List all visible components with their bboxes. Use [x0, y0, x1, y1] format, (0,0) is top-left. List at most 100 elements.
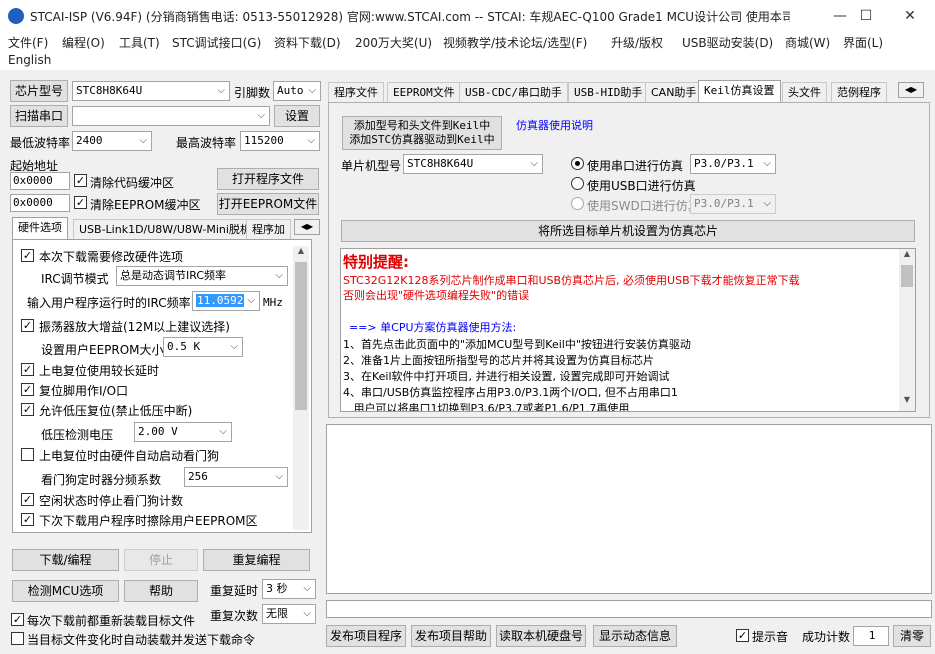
repeat-delay-select[interactable]: 3 秒 ⌵: [262, 579, 316, 599]
tab-header-file[interactable]: 头文件: [782, 82, 827, 102]
tab-can[interactable]: CAN助手: [645, 82, 703, 102]
eeprom-address-input[interactable]: 0x0000: [10, 194, 70, 212]
notice-title: 特别提醒:: [343, 253, 409, 271]
check-mcu-button[interactable]: 检测MCU选项: [12, 580, 119, 602]
repeat-count-select[interactable]: 无限 ⌵: [262, 604, 316, 624]
menu-shop[interactable]: 商城(W): [785, 34, 830, 51]
menu-tools[interactable]: 工具(T): [119, 34, 160, 51]
modify-hw-checkbox[interactable]: ✓: [21, 249, 34, 262]
lvr-checkbox[interactable]: ✓: [21, 403, 34, 416]
tab-program-file[interactable]: 程序文件: [328, 82, 384, 102]
show-info-button[interactable]: 显示动态信息: [593, 625, 677, 647]
read-disk-button[interactable]: 读取本机硬盘号: [496, 625, 586, 647]
open-program-button[interactable]: 打开程序文件: [217, 168, 319, 190]
scroll-up-icon[interactable]: ▲: [899, 249, 915, 263]
tab-hardware-options[interactable]: 硬件选项: [12, 217, 68, 239]
wdt-hw-checkbox[interactable]: [21, 448, 34, 461]
beep-checkbox[interactable]: ✓: [736, 629, 749, 642]
publish-project-button[interactable]: 发布项目程序: [326, 625, 406, 647]
clear-code-buffer-checkbox[interactable]: ✓: [74, 174, 87, 187]
chevron-down-icon: ⌵: [763, 158, 771, 169]
publish-help-button[interactable]: 发布项目帮助: [411, 625, 491, 647]
tab-scroll-arrows[interactable]: ◀▶: [898, 82, 924, 98]
radio-serial-emulation[interactable]: [571, 157, 584, 170]
reload-target-checkbox[interactable]: ✓: [11, 613, 24, 626]
open-eeprom-button[interactable]: 打开EEPROM文件: [217, 193, 319, 215]
tab-usb-link-offline[interactable]: USB-Link1D/U8W/U8W-Mini脱机: [73, 219, 257, 239]
swd-port-select[interactable]: P3.0/P3.1 ⌵: [690, 194, 776, 214]
min-baud-select[interactable]: 2400 ⌵: [72, 131, 152, 151]
wdt-idle-checkbox[interactable]: ✓: [21, 493, 34, 506]
tab-examples[interactable]: 范例程序: [831, 82, 887, 102]
irc-mode-label: IRC调节模式: [41, 272, 109, 286]
tab-keil-emulation[interactable]: Keil仿真设置: [698, 80, 781, 102]
download-button[interactable]: 下载/编程: [12, 549, 119, 571]
chevron-down-icon: ⌵: [308, 85, 316, 96]
tab-scroll-arrows[interactable]: ◀▶: [294, 219, 320, 235]
tab-usb-hid[interactable]: USB-HID助手: [568, 82, 649, 102]
chevron-down-icon: ⌵: [303, 608, 311, 619]
radio-swd-label: 使用SWD口进行仿真: [587, 199, 700, 213]
close-button[interactable]: ✕: [890, 4, 930, 28]
irc-mode-select[interactable]: 总是动态调节IRC频率 ⌵: [116, 266, 288, 286]
mcu-model-select[interactable]: STC8H8K64U ⌵: [403, 154, 543, 174]
scroll-up-icon[interactable]: ▲: [293, 246, 309, 260]
help-button[interactable]: 帮助: [124, 580, 198, 602]
menu-file[interactable]: 文件(F): [8, 34, 48, 51]
info-scrollbar[interactable]: ▲ ▼: [899, 249, 915, 411]
options-scrollbar[interactable]: ▲: [293, 246, 309, 530]
reprogram-button[interactable]: 重复编程: [203, 549, 310, 571]
wdt-div-select[interactable]: 256 ⌵: [184, 467, 288, 487]
menu-videos[interactable]: 视频教学/技术论坛/选型(F): [443, 34, 587, 51]
lvd-select[interactable]: 2.00 V ⌵: [134, 422, 232, 442]
scroll-thumb[interactable]: [901, 265, 913, 287]
chip-model-button[interactable]: 芯片型号: [10, 80, 68, 102]
menu-upgrade[interactable]: 升级/版权: [611, 34, 663, 51]
repeat-delay-label: 重复延时: [210, 584, 259, 598]
chevron-down-icon: ⌵: [217, 85, 225, 96]
stop-button[interactable]: 停止: [124, 549, 198, 571]
radio-serial-label: 使用串口进行仿真: [587, 159, 684, 173]
menu-prize[interactable]: 200万大奖(U): [355, 34, 432, 51]
tab-program-encrypt[interactable]: 程序加: [246, 219, 291, 239]
pin-count-select[interactable]: Auto ⌵: [273, 81, 321, 101]
clear-eeprom-buffer-checkbox[interactable]: ✓: [74, 196, 87, 209]
wdt-div-label: 看门狗定时器分频系数: [41, 473, 162, 487]
max-baud-select[interactable]: 115200 ⌵: [240, 131, 320, 151]
emulator-guide-link[interactable]: 仿真器使用说明: [516, 117, 593, 133]
serial-port-select[interactable]: P3.0/P3.1 ⌵: [690, 154, 776, 174]
clear-count-button[interactable]: 清零: [893, 625, 931, 647]
tab-usb-cdc[interactable]: USB-CDC/串口助手: [459, 82, 568, 102]
osc-gain-checkbox[interactable]: ✓: [21, 319, 34, 332]
eeprom-size-select[interactable]: 0.5 K ⌵: [163, 337, 243, 357]
menu-program[interactable]: 编程(O): [62, 34, 105, 51]
add-to-keil-button[interactable]: 添加型号和头文件到Keil中 添加STC仿真器驱动到Keil中: [342, 116, 502, 150]
maximize-button[interactable]: ☐: [846, 4, 886, 28]
chip-model-select[interactable]: STC8H8K64U ⌵: [72, 81, 230, 101]
irc-freq-select[interactable]: 11.0592 ⌵: [192, 291, 260, 311]
menu-debug-interface[interactable]: STC调试接口(G): [172, 34, 261, 51]
hardware-options-panel: ✓ 本次下载需要修改硬件选项 IRC调节模式 总是动态调节IRC频率 ⌵ 输入用户程…: [12, 239, 312, 533]
menu-downloads[interactable]: 资料下载(D): [274, 34, 341, 51]
lvd-label: 低压检测电压: [41, 428, 114, 442]
scroll-thumb[interactable]: [295, 262, 307, 410]
chevron-down-icon: ⌵: [230, 341, 238, 352]
port-select[interactable]: ⌵: [72, 106, 270, 126]
reset-io-checkbox[interactable]: ✓: [21, 383, 34, 396]
radio-swd-emulation[interactable]: [571, 197, 584, 210]
scroll-down-icon[interactable]: ▼: [899, 395, 915, 409]
chevron-down-icon: ⌵: [257, 110, 265, 121]
auto-load-checkbox[interactable]: [11, 632, 24, 645]
menu-english[interactable]: English: [8, 53, 51, 67]
tab-eeprom-file[interactable]: EEPROM文件: [387, 82, 461, 102]
menu-interface[interactable]: 界面(L): [843, 34, 883, 51]
settings-button[interactable]: 设置: [274, 105, 320, 127]
output-log[interactable]: [326, 424, 932, 594]
code-address-input[interactable]: 0x0000: [10, 172, 70, 190]
erase-eeprom-checkbox[interactable]: ✓: [21, 513, 34, 526]
scan-port-button[interactable]: 扫描串口: [10, 105, 68, 127]
set-emulator-chip-button[interactable]: 将所选目标单片机设置为仿真芯片: [341, 220, 915, 242]
long-reset-checkbox[interactable]: ✓: [21, 363, 34, 376]
menu-usb-driver[interactable]: USB驱动安装(D): [682, 34, 773, 51]
radio-usb-emulation[interactable]: [571, 177, 584, 190]
